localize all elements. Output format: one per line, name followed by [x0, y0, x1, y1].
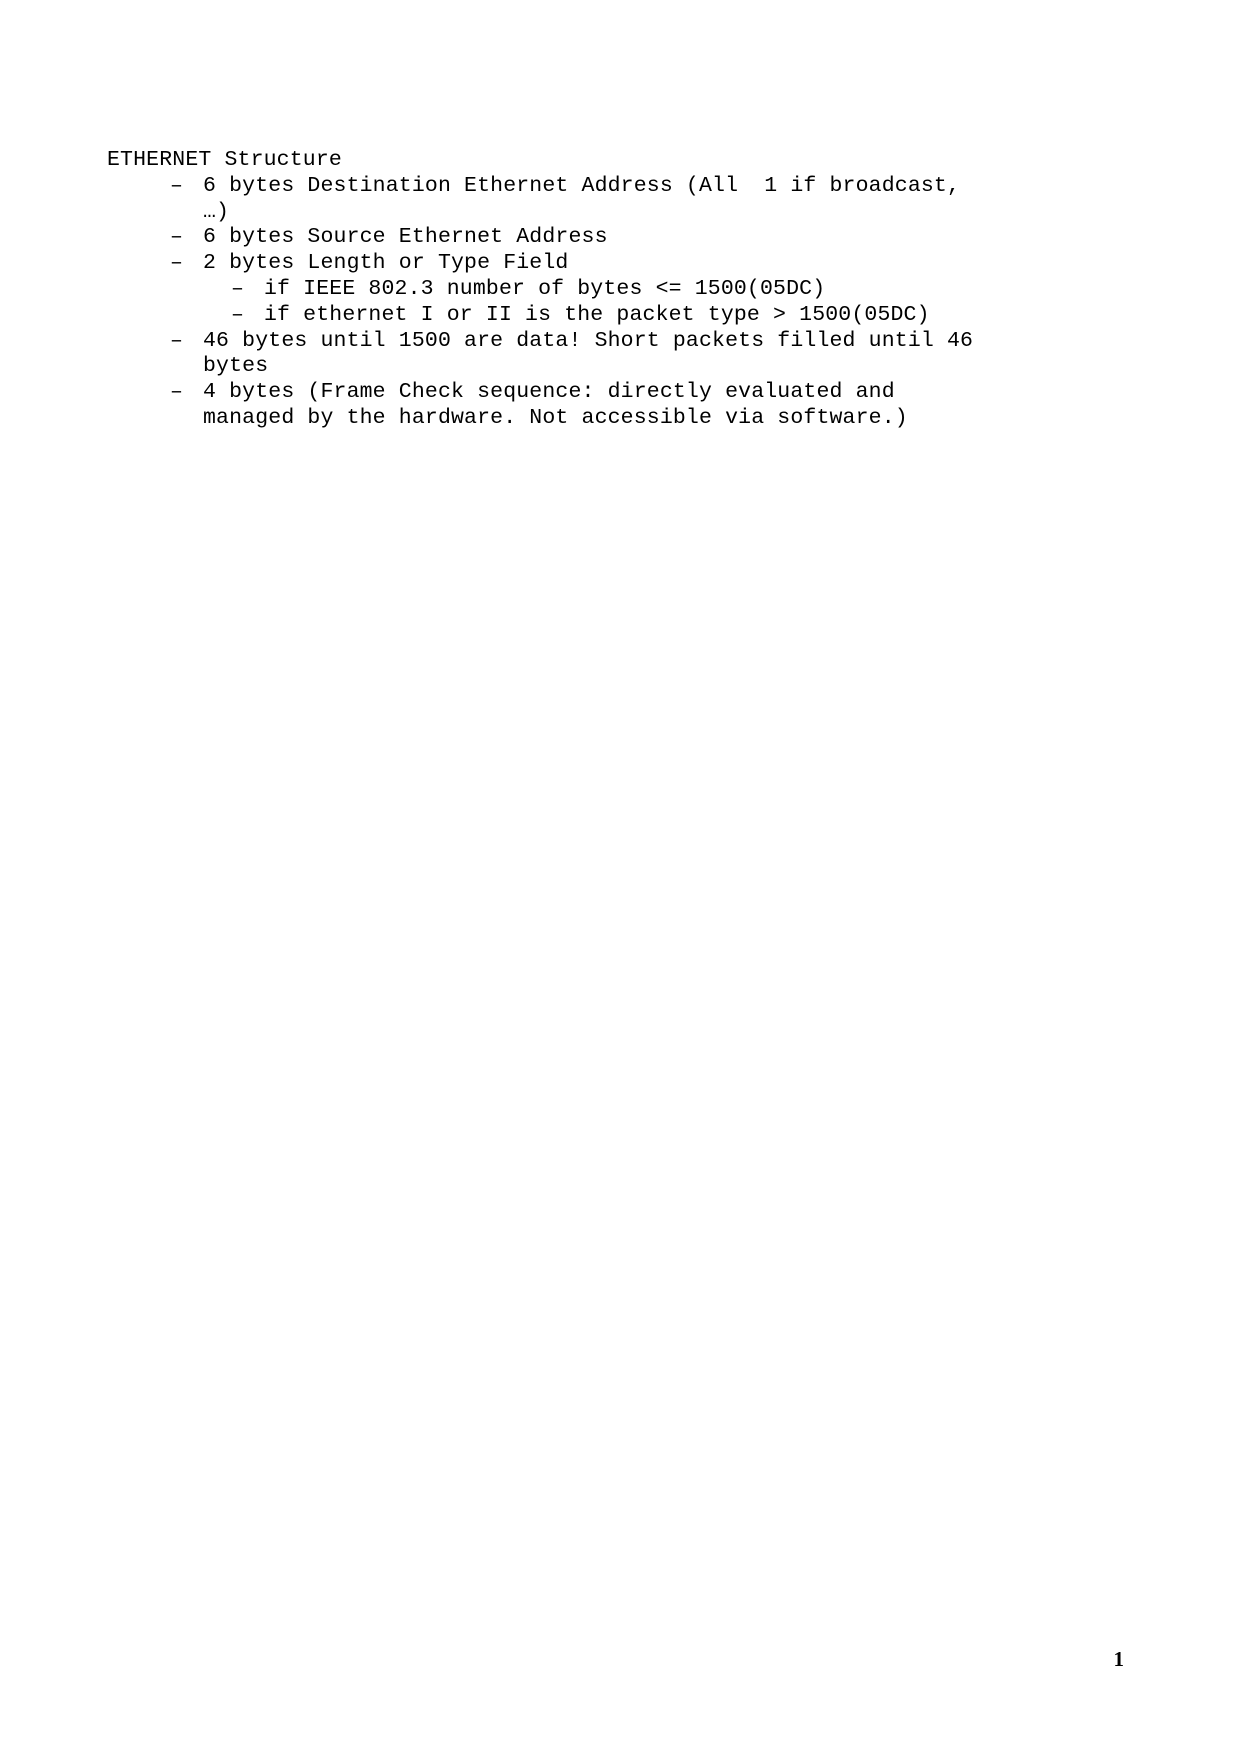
sublist-item-ieee-802-3: – if IEEE 802.3 number of bytes <= 1500(… [231, 277, 1117, 303]
page-title: ETHERNET Structure [107, 148, 342, 172]
list-item-line: 46 bytes until 1500 are data! Short pack… [203, 328, 974, 353]
list-item-data-field: – 46 bytes until 1500 are data! Short pa… [170, 329, 1117, 381]
document-body: ETHERNET Structure – 6 bytes Destination… [107, 148, 1117, 432]
list-item-line-continuation: managed by the hardware. Not accessible … [203, 405, 908, 430]
bullet-dash-icon: – [170, 173, 184, 198]
sublist-item-line: if IEEE 802.3 number of bytes <= 1500(05… [264, 276, 826, 301]
list-item-line-continuation: bytes [203, 354, 269, 379]
length-or-type-sublist: – if IEEE 802.3 number of bytes <= 1500(… [231, 277, 1117, 329]
list-item-line: 6 bytes Source Ethernet Address [203, 225, 608, 250]
list-item-line: 4 bytes (Frame Check sequence: directly … [203, 380, 895, 405]
bullet-dash-icon: – [170, 251, 184, 276]
bullet-dash-icon: – [231, 302, 245, 327]
document-page: ETHERNET Structure – 6 bytes Destination… [0, 0, 1240, 1754]
list-item-source-address: – 6 bytes Source Ethernet Address [170, 225, 1117, 251]
list-item-line: 6 bytes Destination Ethernet Address (Al… [203, 173, 961, 198]
list-item-line-continuation: …) [203, 199, 230, 224]
ethernet-structure-list: – 6 bytes Destination Ethernet Address (… [107, 174, 1117, 432]
bullet-dash-icon: – [170, 328, 184, 353]
bullet-dash-icon: – [170, 380, 184, 405]
list-item-frame-check-sequence: – 4 bytes (Frame Check sequence: directl… [170, 380, 1117, 432]
list-item-destination-address: – 6 bytes Destination Ethernet Address (… [170, 174, 1117, 226]
list-item-length-or-type-field: – 2 bytes Length or Type Field – if IEEE… [170, 251, 1117, 328]
page-number: 1 [1113, 1647, 1125, 1671]
sublist-item-line: if ethernet I or II is the packet type >… [264, 302, 930, 327]
bullet-dash-icon: – [231, 276, 245, 301]
sublist-item-ethernet-i-or-ii: – if ethernet I or II is the packet type… [231, 303, 1117, 329]
list-item-line: 2 bytes Length or Type Field [203, 251, 569, 276]
bullet-dash-icon: – [170, 225, 184, 250]
